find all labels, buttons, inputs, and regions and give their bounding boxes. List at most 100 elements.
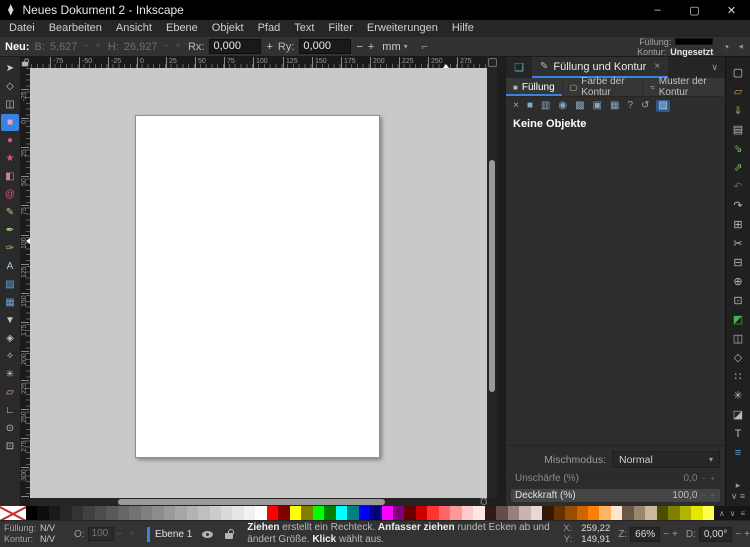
palette-swatch[interactable] [164,506,175,520]
paint-mesh-gradient-button[interactable]: ▨ [656,100,669,112]
palette-swatch[interactable] [427,506,438,520]
palette-swatch[interactable] [49,506,60,520]
text-tool[interactable]: A [1,258,19,275]
palette-swatch[interactable] [95,506,106,520]
paint-swatch-button[interactable]: ▣ [592,100,603,112]
close-button[interactable]: ✕ [713,0,750,20]
tab-stroke-style[interactable]: ≈ Muster der Kontur [643,78,725,96]
zoom-tool[interactable]: ⊙ [1,420,19,437]
palette-swatch[interactable] [473,506,484,520]
sharp-corners-button[interactable]: ⌐ [422,41,428,53]
palette-swatch-none[interactable] [0,506,26,520]
palette-scroll-down-icon[interactable]: ∨ [730,509,736,518]
palette-swatch[interactable] [106,506,117,520]
paint-linear-gradient-button[interactable]: ▥ [540,100,551,112]
spray-tool[interactable]: ✳ [1,366,19,383]
palette-swatch[interactable] [232,506,243,520]
palette-menu-icon[interactable]: ≡ [740,509,745,518]
palette-swatch[interactable] [657,506,668,520]
palette-swatch[interactable] [645,506,656,520]
palette-swatch[interactable] [83,506,94,520]
palette-swatch[interactable] [37,506,48,520]
3d-box-tool[interactable]: ◧ [1,168,19,185]
tab-fill-and-stroke[interactable]: ✎ Füllung und Kontur × [532,57,668,78]
save-document-button[interactable]: ⇓ [733,101,742,120]
redo-button[interactable]: ↷ [733,196,742,215]
palette-swatch[interactable] [26,506,37,520]
create-clone-button[interactable]: ◫ [733,329,743,348]
horizontal-scrollbar[interactable] [30,498,487,506]
palette-swatch[interactable] [336,506,347,520]
tab-fill[interactable]: ■ Füllung [506,78,563,96]
group-button[interactable]: ∷ [735,367,742,386]
menu-item-datei[interactable]: Datei [2,20,42,37]
palette-swatch[interactable] [531,506,542,520]
fill-color-swatch[interactable] [675,38,713,45]
paint-inherit-button[interactable]: ↺ [640,100,650,112]
palette-swatch[interactable] [187,506,198,520]
tab-stroke-paint[interactable]: ▢ Farbe der Kontur [563,78,644,96]
page[interactable] [135,115,380,458]
menu-item-text[interactable]: Text [287,20,321,37]
gradient-tool[interactable]: ▨ [1,276,19,293]
palette-swatch[interactable] [508,506,519,520]
palette-swatch[interactable] [634,506,645,520]
mesh-gradient-tool[interactable]: ▦ [1,294,19,311]
zoom-plus-button[interactable]: + [672,529,678,540]
horizontal-ruler[interactable]: -75-50-250255075100125150175200225250275 [30,57,487,68]
paint-radial-gradient-button[interactable]: ◉ [557,100,568,112]
calligraphy-tool[interactable]: ✑ [1,240,19,257]
ry-plus-button[interactable]: + [368,41,374,53]
palette-swatch[interactable] [404,506,415,520]
palette-swatch[interactable] [622,506,633,520]
blur-spinner[interactable]: − + [701,474,716,483]
palette-swatch[interactable] [255,506,266,520]
unlink-clone-button[interactable]: ◇ [734,348,742,367]
dialog-icon[interactable]: ❏ [506,57,532,78]
menu-item-erweiterungen[interactable]: Erweiterungen [360,20,445,37]
minimize-button[interactable]: – [639,0,676,20]
ruler-corner-button[interactable] [488,58,497,67]
palette-swatch[interactable] [244,506,255,520]
palette-swatch[interactable] [439,506,450,520]
palette-swatch[interactable] [278,506,289,520]
unit-dropdown[interactable]: mm ▾ [379,41,410,53]
palette-swatch[interactable] [60,506,71,520]
ellipse-tool[interactable]: ● [1,132,19,149]
palette-swatch[interactable] [577,506,588,520]
export-image-button[interactable]: ⇗ [733,158,742,177]
import-image-button[interactable]: ⇘ [733,139,742,158]
palette-swatch[interactable] [554,506,565,520]
palette-swatch[interactable] [393,506,404,520]
palette-swatch[interactable] [313,506,324,520]
paint-unknown-button[interactable]: ? [626,100,634,112]
zoom-minus-button[interactable]: − [663,529,669,540]
selector-tool[interactable]: ➤ [1,60,19,77]
menu-item-ansicht[interactable]: Ansicht [109,20,159,37]
palette-swatch[interactable] [599,506,610,520]
snap-toggle-icon[interactable]: ◔ [722,40,729,54]
copy-button[interactable]: ⊞ [733,215,742,234]
menu-item-hilfe[interactable]: Hilfe [445,20,481,37]
opacity-spinner[interactable]: − + [701,491,716,500]
menu-item-bearbeiten[interactable]: Bearbeiten [42,20,109,37]
open-document-button[interactable]: ▱ [734,82,742,101]
palette-swatch[interactable] [359,506,370,520]
palette-swatch[interactable] [210,506,221,520]
palette-swatch[interactable] [565,506,576,520]
palette-swatch[interactable] [290,506,301,520]
blur-slider[interactable]: Unschärfe (%) 0,0 − + [511,472,720,485]
palette-swatch[interactable] [267,506,278,520]
blend-mode-dropdown[interactable]: Normal ▾ [612,451,720,468]
object-opacity-input[interactable]: 100 [88,527,114,541]
palette-swatch[interactable] [175,506,186,520]
toolbar-collapse-icon[interactable]: ◂ [738,41,743,52]
opacity-slider[interactable]: Deckkraft (%) 100,0 − + [511,489,720,502]
pencil-tool[interactable]: ✎ [1,204,19,221]
palette-swatch[interactable] [301,506,312,520]
zoom-input[interactable]: 66% [630,527,660,542]
palette-swatch[interactable] [668,506,679,520]
rotation-plus-button[interactable]: + [744,529,750,540]
palette-swatch[interactable] [129,506,140,520]
palette-swatch[interactable] [485,506,496,520]
